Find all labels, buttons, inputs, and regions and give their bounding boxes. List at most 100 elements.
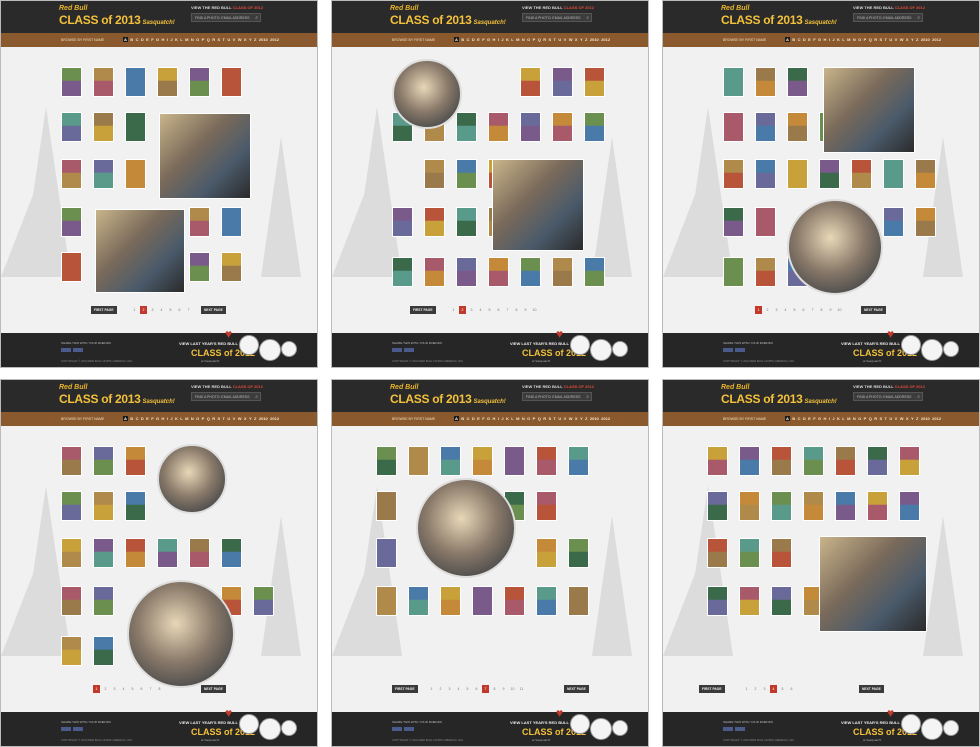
letter-link[interactable]: T [554,416,556,421]
photo-thumbnail[interactable] [157,67,178,97]
first-page-button[interactable]: FIRST PAGE [91,306,117,314]
letter-link[interactable]: Y [580,416,583,421]
photo-thumbnail[interactable] [61,538,82,568]
page-number-link[interactable]: 8 [513,306,520,314]
featured-photo-circle[interactable] [127,580,235,688]
letter-link[interactable]: L [180,37,182,42]
photo-thumbnail[interactable] [61,586,82,616]
featured-photo-circle[interactable] [157,444,227,514]
letter-link[interactable]: O [858,416,861,421]
photo-thumbnail[interactable] [520,257,541,287]
photo-thumbnail[interactable] [157,538,178,568]
letter-link[interactable]: Z [585,416,587,421]
site-logo[interactable]: Red Bull CLASS of 2013 Sasquatch! [59,384,175,407]
letter-link[interactable]: P [864,37,867,42]
photo-thumbnail[interactable] [835,446,856,476]
letter-link[interactable]: I [167,37,168,42]
letter-link[interactable]: W [238,37,242,42]
next-page-button[interactable]: NEXT PAGE [201,685,226,693]
search-input[interactable]: FIND A PHOTO: EMAIL ADDRESS ⌕ [522,13,592,22]
photo-thumbnail[interactable] [771,491,792,521]
letter-link[interactable]: A [454,416,459,421]
page-number-link[interactable]: 1 [450,306,457,314]
letter-link[interactable]: L [511,37,513,42]
letter-link[interactable]: P [533,416,536,421]
search-input[interactable]: FIND A PHOTO: EMAIL ADDRESS ⌕ [853,13,923,22]
letter-link[interactable]: C [467,37,470,42]
photo-thumbnail[interactable] [456,257,477,287]
letter-link[interactable]: Y [249,416,252,421]
tweet-button[interactable] [735,727,745,731]
search-input[interactable]: FIND A PHOTO: EMAIL ADDRESS ⌕ [522,392,592,401]
letter-link[interactable]: A [123,37,128,42]
page-number-link[interactable]: 5 [129,685,136,693]
photo-thumbnail[interactable] [376,538,397,568]
photo-thumbnail[interactable] [707,538,728,568]
view-last-year-label[interactable]: VIEW LAST YEAR'S RED BULL [510,720,569,725]
letter-link[interactable]: R [212,416,215,421]
letter-link[interactable]: K [837,416,840,421]
photo-thumbnail[interactable] [819,159,840,189]
photo-thumbnail[interactable] [221,67,242,97]
letter-link[interactable]: Q [538,416,541,421]
letter-link[interactable]: Z [916,416,918,421]
photo-thumbnail[interactable] [723,207,744,237]
letter-link[interactable]: N [191,416,194,421]
first-page-button[interactable]: FIRST PAGE [392,685,418,693]
page-number-link[interactable]: 2 [752,685,759,693]
page-number-link[interactable]: 9 [500,685,507,693]
photo-thumbnail[interactable] [899,446,920,476]
photo-thumbnail[interactable] [536,538,557,568]
page-number-link[interactable]: 3 [468,306,475,314]
view-2012-link[interactable]: VIEW THE RED BULL CLASS OF 2012 [522,384,594,389]
photo-thumbnail[interactable] [520,112,541,142]
view-last-year-label[interactable]: VIEW LAST YEAR'S RED BULL [179,720,238,725]
page-number-link[interactable]: 1 [93,685,100,693]
page-number-link[interactable]: 11 [518,685,525,693]
page-number-link[interactable]: 5 [486,306,493,314]
page-number-link[interactable]: 7 [185,306,192,314]
letter-link[interactable]: T [885,37,887,42]
letter-link[interactable]: P [864,416,867,421]
photo-thumbnail[interactable] [755,207,776,237]
letter-link[interactable]: S [879,37,882,42]
letter-link[interactable]: F [151,416,153,421]
year-link[interactable]: 2012 [601,416,610,421]
tweet-button[interactable] [73,727,83,731]
letter-link[interactable]: F [813,37,815,42]
facebook-like-button[interactable] [392,727,402,731]
letter-link[interactable]: M [185,37,188,42]
photo-thumbnail[interactable] [771,446,792,476]
photo-thumbnail[interactable] [61,112,82,142]
photo-thumbnail[interactable] [771,538,792,568]
facebook-like-button[interactable] [392,348,402,352]
photo-thumbnail[interactable] [392,207,413,237]
letter-link[interactable]: L [511,416,513,421]
photo-thumbnail[interactable] [536,491,557,521]
photo-thumbnail[interactable] [253,586,274,616]
photo-thumbnail[interactable] [61,67,82,97]
photo-thumbnail[interactable] [440,586,461,616]
letter-link[interactable]: K [175,37,178,42]
page-number-link[interactable]: 10 [836,306,843,314]
photo-thumbnail[interactable] [424,207,445,237]
page-number-link[interactable]: 5 [791,306,798,314]
letter-link[interactable]: J [501,416,503,421]
page-number-link[interactable]: 8 [156,685,163,693]
photo-thumbnail[interactable] [867,446,888,476]
photo-thumbnail[interactable] [883,159,904,189]
letter-link[interactable]: W [900,416,904,421]
site-logo[interactable]: Red Bull CLASS of 2013 Sasquatch! [59,5,175,28]
letter-link[interactable]: E [808,416,811,421]
photo-thumbnail[interactable] [536,586,557,616]
letter-link[interactable]: D [803,37,806,42]
letter-link[interactable]: H [824,416,827,421]
photo-thumbnail[interactable] [125,491,146,521]
page-number-link[interactable]: 7 [504,306,511,314]
letter-link[interactable]: Y [911,37,914,42]
page-number-link[interactable]: 1 [755,306,762,314]
letter-link[interactable]: V [233,37,236,42]
letter-link[interactable]: S [217,416,220,421]
photo-thumbnail[interactable] [61,252,82,282]
photo-thumbnail[interactable] [552,257,573,287]
